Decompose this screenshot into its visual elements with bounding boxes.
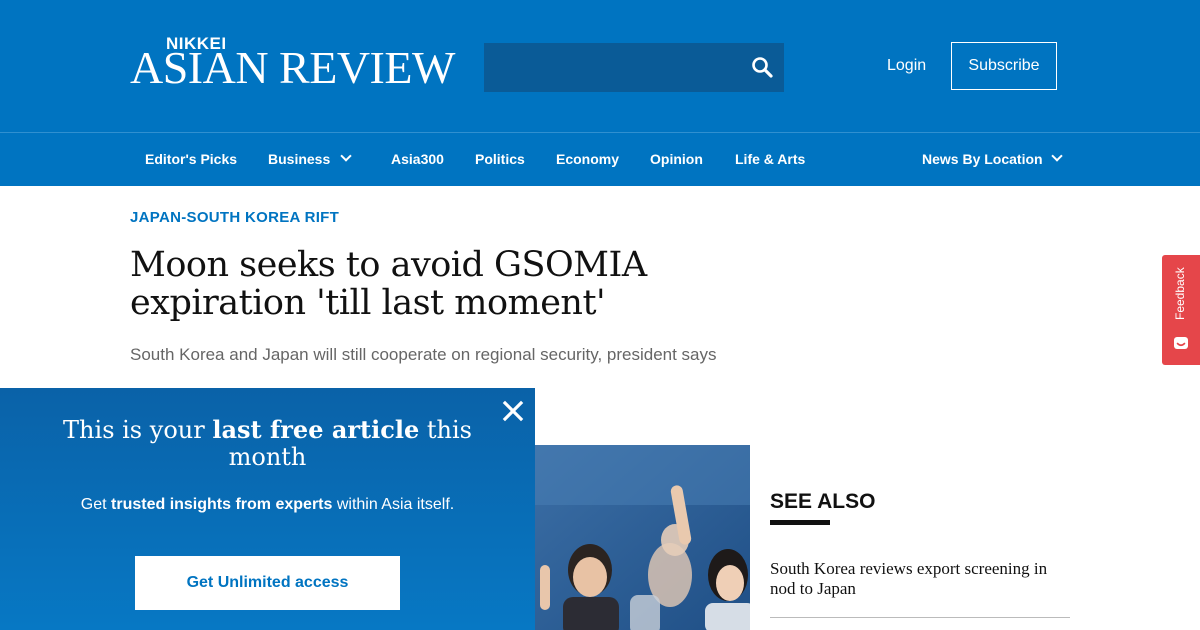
divider (770, 617, 1070, 618)
article-photo (535, 445, 750, 630)
nav-item-editors-picks[interactable]: Editor's Picks (145, 133, 237, 186)
paywall-title: This is your last free article this mont… (40, 416, 495, 471)
site-logo[interactable]: NIKKEI ASIAN REVIEW (130, 34, 455, 94)
paywall-sub-post: within Asia itself. (332, 496, 455, 513)
article-kicker[interactable]: JAPAN-SOUTH KOREA RIFT (130, 209, 339, 226)
subscribe-button[interactable]: Subscribe (951, 42, 1057, 90)
nav-item-label: Business (268, 151, 331, 167)
paywall-sub-pre: Get (80, 496, 112, 513)
smiley-icon (1173, 335, 1189, 351)
chevron-down-icon (1050, 150, 1063, 162)
site-header: NIKKEI ASIAN REVIEW Login Subscribe (0, 0, 1200, 132)
login-link[interactable]: Login (887, 57, 926, 75)
nav-item-politics[interactable]: Politics (475, 133, 525, 186)
paywall-subtitle: Get trusted insights from experts within… (0, 496, 535, 514)
see-also-heading: SEE ALSO (770, 490, 876, 513)
article-subhead: South Korea and Japan will still coopera… (130, 345, 717, 364)
search-input[interactable] (484, 43, 734, 92)
logo-asian-review-text: ASIAN REVIEW (130, 42, 455, 93)
paywall-title-emphasis: last free article (212, 415, 420, 444)
nav-item-life-arts[interactable]: Life & Arts (735, 133, 805, 186)
chevron-down-icon (340, 150, 352, 162)
paywall-title-pre: This is your (63, 416, 213, 444)
nav-item-label: Editor's Picks (145, 151, 238, 167)
related-article-link[interactable]: South Korea reviews export screening in … (770, 559, 1070, 599)
nav-item-news-by-location[interactable]: News By Location (922, 133, 1063, 186)
nav-item-economy[interactable]: Economy (556, 133, 619, 186)
close-icon[interactable] (500, 398, 526, 424)
paywall-sub-emphasis: trusted insights from experts (111, 496, 333, 513)
search-icon[interactable] (750, 55, 776, 81)
article-headline: Moon seeks to avoid GSOMIA expiration 't… (130, 245, 647, 323)
nav-item-business[interactable]: Business (268, 133, 352, 186)
feedback-label: Feedback (1173, 267, 1187, 321)
nav-item-label: Asia300 (391, 151, 444, 167)
search-bar (484, 43, 784, 92)
nav-item-label: News By Location (922, 151, 1043, 167)
feedback-tab[interactable]: Feedback (1162, 255, 1200, 365)
nav-item-label: Opinion (650, 151, 703, 167)
nav-item-label: Economy (556, 151, 620, 167)
paywall-modal: This is your last free article this mont… (0, 388, 535, 630)
get-unlimited-access-button[interactable]: Get Unlimited access (135, 556, 400, 610)
see-also-underline (770, 520, 830, 525)
nav-item-asia300[interactable]: Asia300 (391, 133, 444, 186)
nav-item-label: Politics (475, 151, 525, 167)
main-nav: Editor's Picks Business Asia300 Politics… (0, 132, 1200, 186)
nav-item-opinion[interactable]: Opinion (650, 133, 703, 186)
nav-item-label: Life & Arts (735, 151, 806, 167)
